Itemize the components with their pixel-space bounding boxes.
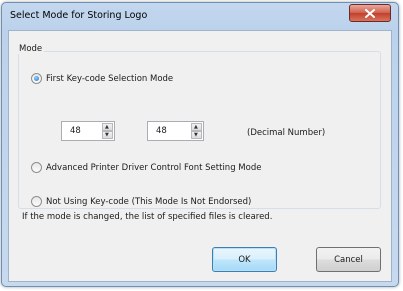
- spin-down-button[interactable]: ▼: [191, 131, 202, 139]
- radio-label: Not Using Key-code (This Mode Is Not End…: [46, 196, 252, 207]
- radio-not-using-keycode-mode[interactable]: Not Using Key-code (This Mode Is Not End…: [31, 196, 251, 207]
- spin-up-button[interactable]: ▲: [102, 123, 113, 131]
- ok-button-label: OK: [238, 254, 251, 265]
- down-arrow-icon: ▼: [105, 132, 109, 138]
- radio-label: First Key-code Selection Mode: [46, 73, 174, 84]
- radio-button[interactable]: [31, 196, 42, 207]
- dialog-window: Select Mode for Storing Logo Mode First …: [1, 2, 399, 287]
- title-bar[interactable]: Select Mode for Storing Logo: [2, 3, 398, 29]
- spinner-arrows: ▲ ▼: [102, 123, 113, 139]
- key-code-1-spinner[interactable]: 48 ▲ ▼: [61, 121, 115, 141]
- key-code-1-value[interactable]: 48: [70, 126, 81, 136]
- mode-change-note: If the mode is changed, the list of spec…: [22, 212, 273, 222]
- radio-button[interactable]: [31, 162, 42, 173]
- close-button[interactable]: [349, 4, 391, 22]
- mode-group-label: Mode: [17, 44, 45, 54]
- spin-down-button[interactable]: ▼: [102, 131, 113, 139]
- up-arrow-icon: ▲: [105, 124, 109, 130]
- decimal-number-label: (Decimal Number): [247, 128, 326, 138]
- radio-advanced-printer-driver-mode[interactable]: Advanced Printer Driver Control Font Set…: [31, 162, 261, 173]
- cancel-button[interactable]: Cancel: [316, 247, 381, 272]
- key-code-2-spinner[interactable]: 48 ▲ ▼: [147, 121, 204, 141]
- ok-button[interactable]: OK: [212, 247, 277, 272]
- cancel-button-label: Cancel: [334, 254, 363, 265]
- radio-first-keycode-mode[interactable]: First Key-code Selection Mode: [31, 73, 173, 84]
- spin-up-button[interactable]: ▲: [191, 123, 202, 131]
- radio-label: Advanced Printer Driver Control Font Set…: [46, 162, 262, 173]
- key-code-2-value[interactable]: 48: [156, 126, 167, 136]
- radio-button-selected[interactable]: [31, 73, 42, 84]
- dialog-title: Select Mode for Storing Logo: [10, 10, 148, 21]
- close-icon: [365, 9, 375, 18]
- dialog-client-area: Mode First Key-code Selection Mode 48 ▲ …: [8, 30, 392, 282]
- spinner-arrows: ▲ ▼: [191, 123, 202, 139]
- up-arrow-icon: ▲: [194, 124, 198, 130]
- down-arrow-icon: ▼: [194, 132, 198, 138]
